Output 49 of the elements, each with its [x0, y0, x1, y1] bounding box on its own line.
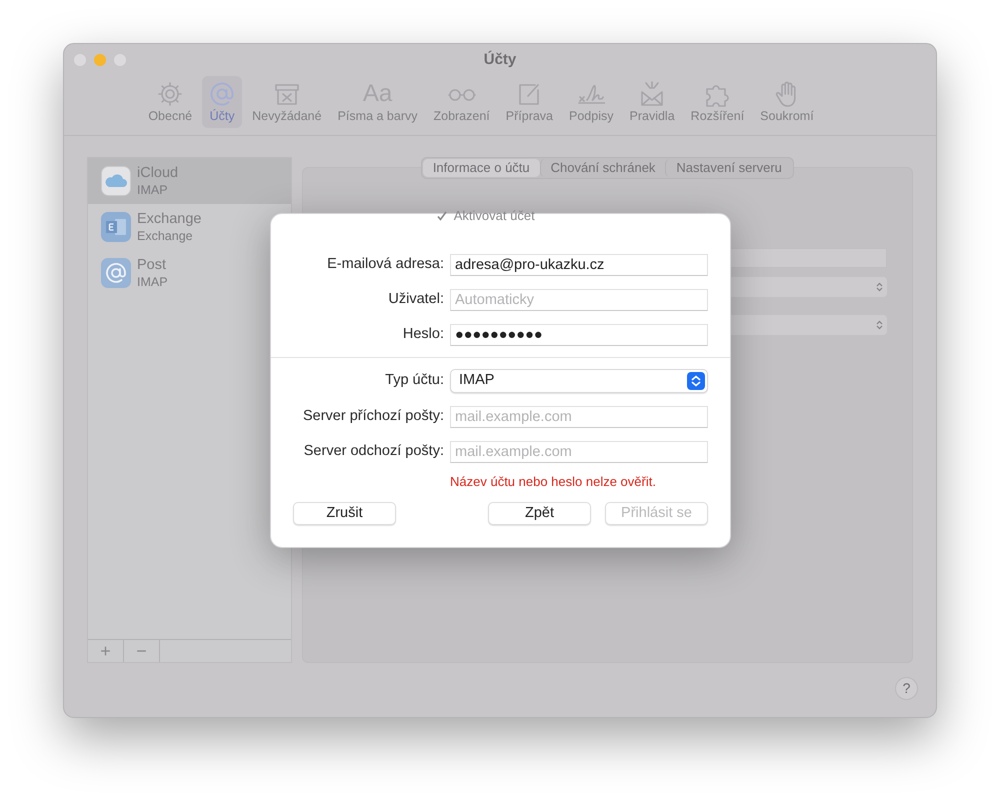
field-label: Heslo: [402, 325, 444, 344]
tab[interactable]: Informace o účtu [422, 159, 540, 177]
account-type: IMAP [137, 274, 168, 290]
input-field[interactable]: mail.example.com [450, 441, 708, 463]
account-type: IMAP [137, 182, 169, 198]
field-label: E-mailová adresa: [326, 255, 444, 274]
toolbar-tab[interactable]: Zobrazení [427, 76, 496, 128]
toolbar-tab[interactable]: Podpisy [563, 76, 620, 128]
field-label: Typ účtu: [384, 371, 444, 390]
account-type-popup[interactable]: IMAP [450, 369, 708, 393]
toolbar-tab[interactable]: Příprava [500, 76, 560, 128]
at-sign-icon [101, 258, 131, 288]
error-message: Název účtu nebo heslo nelze ověřit. [450, 474, 656, 489]
toolbar-tab[interactable]: Soukromí [754, 76, 820, 128]
tab[interactable]: Chování schránek [540, 159, 666, 177]
help-button[interactable]: ? [895, 677, 918, 700]
dialog-button[interactable]: Zpět [488, 502, 591, 524]
minimize-button[interactable] [94, 54, 106, 66]
field-label: Uživatel: [387, 290, 444, 310]
chevron-icon [876, 282, 883, 292]
dialog-button[interactable]: Zrušit [293, 502, 396, 524]
remove-button[interactable]: − [124, 640, 160, 662]
input-field[interactable]: mail.example.com [450, 406, 708, 428]
tab[interactable]: Nastavení serveru [665, 159, 792, 177]
checkbox[interactable] [436, 210, 448, 222]
gear-icon [156, 80, 184, 108]
toolbar-tab[interactable]: Obecné [142, 76, 198, 128]
field-label: Server odchozí pošty: [302, 442, 444, 462]
exchange-icon [101, 212, 131, 242]
checkmark-icon [436, 210, 448, 222]
cloud-icon [101, 166, 131, 196]
toolbar-tab[interactable]: Účty [202, 76, 242, 128]
field-label: Server příchozí pošty: [302, 407, 444, 426]
account-type: Exchange [137, 228, 194, 244]
input-field[interactable]: ●●●●●●●●●● [450, 324, 708, 346]
window-title: Účty [484, 50, 516, 70]
input-field[interactable]: Automaticky [450, 289, 708, 311]
input-field[interactable]: adresa@pro-ukazku.cz [450, 254, 708, 276]
stepper-icon [687, 372, 705, 390]
chevron-icon [876, 320, 883, 330]
account-name: Post [137, 256, 168, 274]
account-name: iCloud [137, 164, 178, 182]
account-row[interactable]: iCloud IMAP [88, 158, 291, 204]
at-sign-icon [208, 80, 236, 108]
toolbar-tab[interactable]: Rozšíření [684, 76, 750, 128]
account-name: Exchange [137, 210, 202, 228]
toolbar-tab[interactable]: Pravidla [624, 76, 681, 128]
add-button[interactable]: + [88, 640, 124, 662]
toolbar-tab[interactable]: Nevyžádané [246, 76, 328, 128]
